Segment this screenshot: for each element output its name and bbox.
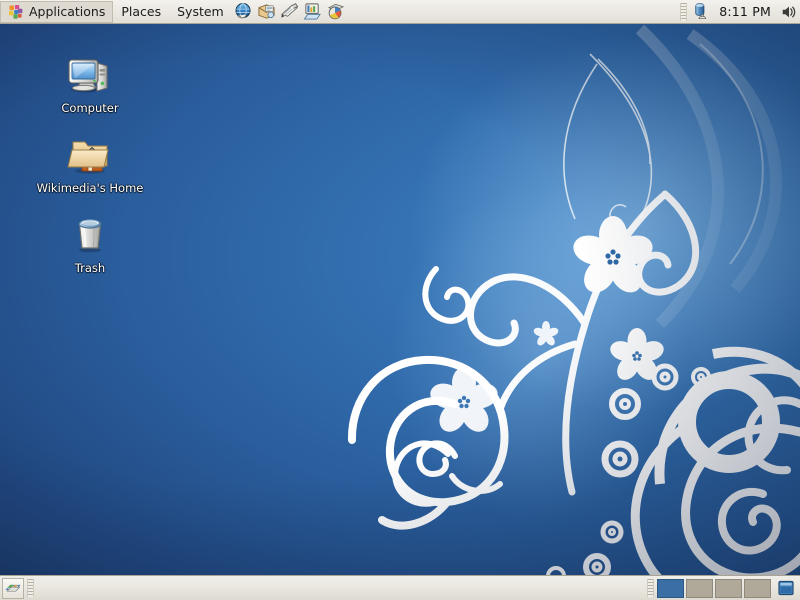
window-list-drag-handle[interactable] xyxy=(27,579,34,597)
menu-applications-label: Applications xyxy=(29,4,106,19)
email-client-icon xyxy=(258,4,275,19)
clock[interactable]: 8:11 PM xyxy=(713,4,777,19)
window-list[interactable] xyxy=(37,578,644,599)
desktop-icon-computer[interactable]: Computer xyxy=(42,50,138,115)
window-applet-icon xyxy=(778,580,794,596)
tray-drag-handle[interactable] xyxy=(680,2,688,21)
menu-places[interactable]: Places xyxy=(113,1,169,23)
web-browser-icon xyxy=(235,3,251,19)
top-panel[interactable]: Applications Places System 8:11 PM xyxy=(0,0,800,24)
workspace-1[interactable] xyxy=(657,578,684,598)
desktop-icon-trash[interactable]: Trash xyxy=(42,210,138,275)
removable-drive-icon xyxy=(695,3,707,20)
desktop-icon-home[interactable]: Wikimedia's Home xyxy=(15,130,165,195)
launcher-word-processor[interactable] xyxy=(278,1,301,23)
menu-applications[interactable]: Applications xyxy=(0,0,114,23)
bottom-panel[interactable] xyxy=(0,575,800,600)
home-folder-icon xyxy=(67,141,109,174)
menu-places-label: Places xyxy=(121,4,162,19)
desktop-icon-label: Trash xyxy=(74,261,106,275)
trash-applet-button[interactable] xyxy=(774,577,798,599)
workspace-switcher[interactable] xyxy=(657,578,771,598)
workspace-2[interactable] xyxy=(686,578,713,598)
show-desktop-button[interactable] xyxy=(2,577,24,599)
workspace-drag-handle[interactable] xyxy=(647,579,654,597)
workspace-4[interactable] xyxy=(744,578,771,598)
launcher-web-browser[interactable] xyxy=(232,1,255,23)
launcher-spreadsheet[interactable] xyxy=(301,1,324,23)
desktop-icon-label: Computer xyxy=(61,101,119,115)
menu-system[interactable]: System xyxy=(169,1,232,23)
word-processor-icon xyxy=(280,3,298,18)
workspace-3[interactable] xyxy=(715,578,742,598)
show-desktop-icon xyxy=(5,584,21,592)
menu-system-label: System xyxy=(177,4,224,19)
trash-icon xyxy=(78,219,102,253)
desktop-icon-label: Wikimedia's Home xyxy=(36,181,144,195)
volume-speaker-icon xyxy=(782,6,795,17)
launcher-email[interactable] xyxy=(255,1,278,23)
launcher-presentation[interactable] xyxy=(324,1,347,23)
volume-applet[interactable] xyxy=(777,1,800,23)
presentation-icon xyxy=(327,3,344,20)
computer-icon xyxy=(68,59,108,93)
gnome-logo-icon xyxy=(9,4,23,19)
desktop-area[interactable]: Computer Wikimedia's Home Trash xyxy=(0,24,800,575)
spreadsheet-icon xyxy=(303,3,321,20)
drive-applet[interactable] xyxy=(690,1,713,23)
